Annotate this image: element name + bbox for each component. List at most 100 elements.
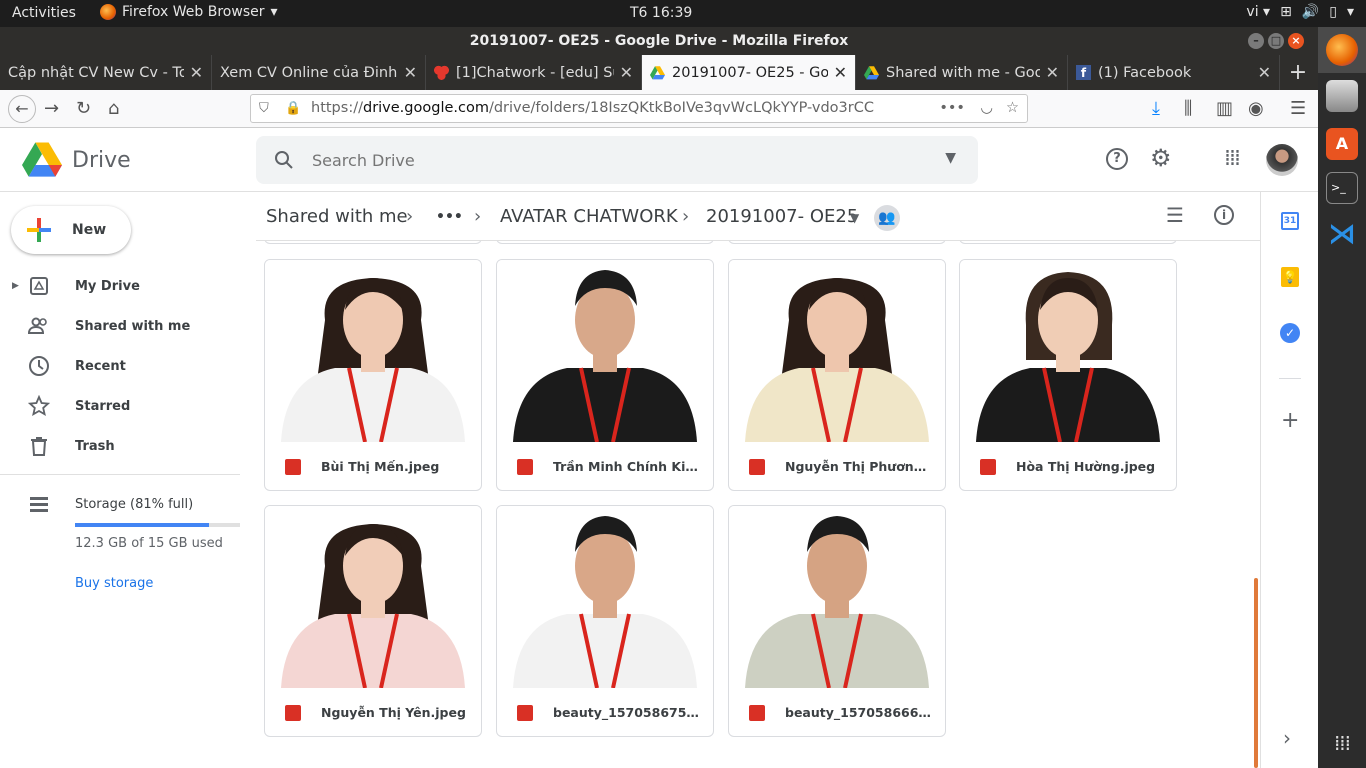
download-icon[interactable]: ⤓ [1152, 98, 1160, 119]
info-icon[interactable]: i [1214, 205, 1234, 225]
volume-icon[interactable]: 🔊 [1302, 4, 1319, 20]
help-icon[interactable]: ? [1106, 148, 1128, 170]
new-tab-button[interactable]: + [1280, 55, 1316, 90]
image-thumbnail[interactable] [265, 260, 481, 442]
file-card-partial[interactable] [264, 241, 482, 244]
search-options-icon[interactable]: ▼ [945, 150, 956, 166]
file-name-bar[interactable]: Bùi Thị Mến.jpeg [265, 442, 481, 490]
forward-button[interactable]: → [44, 98, 59, 119]
image-thumbnail[interactable] [497, 506, 713, 688]
buy-storage-link[interactable]: Buy storage [75, 576, 153, 591]
home-button[interactable]: ⌂ [108, 98, 119, 119]
browser-tab[interactable]: Xem CV Online của Đinh D ✕ [212, 55, 426, 90]
breadcrumb-more[interactable]: ••• [436, 209, 463, 225]
back-button[interactable]: ← [8, 95, 36, 123]
breadcrumb-avatar-chatwork[interactable]: AVATAR CHATWORK [500, 206, 678, 227]
pocket-icon[interactable]: ◡ [980, 95, 993, 122]
close-tab-icon[interactable]: ✕ [1046, 63, 1059, 82]
browser-tab[interactable]: [1]Chatwork - [edu] Su ✕ [426, 55, 642, 90]
drive-logo[interactable]: Drive [22, 142, 131, 178]
file-name-bar[interactable]: Hòa Thị Hường.jpeg [960, 442, 1176, 490]
list-view-icon[interactable]: ☰ [1166, 203, 1184, 227]
add-addon-icon[interactable]: + [1281, 408, 1299, 433]
file-card[interactable]: Nguyễn Thị Yên.jpeg [264, 505, 482, 737]
app-menu[interactable]: Firefox Web Browser ▾ [100, 4, 278, 20]
show-applications-icon[interactable]: ⁞⁞⁞ [1326, 727, 1358, 759]
file-name-bar[interactable]: Trần Minh Chính Kiên.j... [497, 442, 713, 490]
apps-grid-icon[interactable]: ⁞⁞⁞ [1224, 146, 1241, 171]
breadcrumb-shared-with-me[interactable]: Shared with me [266, 206, 408, 227]
search-box[interactable]: ▼ [256, 136, 978, 184]
battery-icon[interactable]: ▯ [1329, 4, 1337, 20]
scrollbar[interactable] [1254, 578, 1258, 768]
file-name-bar[interactable]: Nguyễn Thị Phương.jpeg [729, 442, 945, 490]
close-button[interactable]: × [1288, 33, 1304, 49]
software-store-icon[interactable]: A [1326, 128, 1358, 160]
tasks-icon[interactable]: ✓ [1280, 323, 1300, 343]
expand-arrow-icon[interactable]: ▶ [12, 281, 19, 291]
breadcrumb-current-folder[interactable]: 20191007- OE25 [706, 206, 858, 227]
sidebar-icon[interactable]: ▥ [1216, 98, 1233, 119]
chevron-right-icon[interactable]: › [1283, 726, 1291, 750]
search-icon[interactable] [274, 150, 294, 170]
file-name-bar[interactable]: beauty_157058675711... [497, 688, 713, 736]
network-icon[interactable]: ⊞ [1280, 4, 1292, 20]
browser-tab-active[interactable]: 20191007- OE25 - Goo ✕ [642, 55, 856, 90]
image-thumbnail[interactable] [960, 260, 1176, 442]
keep-icon[interactable]: 💡 [1281, 267, 1299, 287]
vscode-icon[interactable]: ⋊ [1326, 218, 1358, 250]
close-tab-icon[interactable]: ✕ [404, 63, 417, 82]
browser-tab[interactable]: Cập nhật CV New Cv - Top ✕ [0, 55, 212, 90]
reload-button[interactable]: ↻ [76, 98, 91, 119]
folder-dropdown-icon[interactable]: ▼ [850, 211, 859, 225]
page-actions-icon[interactable]: ••• [939, 95, 965, 122]
clock[interactable]: T6 16:39 [630, 5, 692, 21]
sidebar-item-my-drive[interactable]: ▶ My Drive [0, 266, 240, 306]
image-thumbnail[interactable] [729, 260, 945, 442]
calendar-icon[interactable]: 31 [1281, 212, 1299, 230]
url-bar[interactable]: ⛉ 🔒 https://drive.google.com/drive/folde… [250, 94, 1028, 123]
browser-tab[interactable]: f (1) Facebook ✕ [1068, 55, 1280, 90]
file-card[interactable]: beauty_157058666751... [728, 505, 946, 737]
lock-icon[interactable]: 🔒 [285, 95, 301, 122]
search-input[interactable] [312, 136, 912, 184]
shield-icon[interactable]: ⛉ [259, 95, 269, 122]
image-thumbnail[interactable] [265, 506, 481, 688]
image-thumbnail[interactable] [497, 260, 713, 442]
file-card-partial[interactable] [496, 241, 714, 244]
image-thumbnail[interactable] [729, 506, 945, 688]
activities-button[interactable]: Activities [12, 5, 76, 21]
account-icon[interactable]: ◉ [1248, 98, 1264, 119]
file-name-bar[interactable]: Nguyễn Thị Yên.jpeg [265, 688, 481, 736]
avatar[interactable] [1266, 144, 1298, 176]
close-tab-icon[interactable]: ✕ [1258, 63, 1271, 82]
sidebar-item-starred[interactable]: Starred [0, 386, 240, 426]
browser-tab[interactable]: Shared with me - Googl✕ [856, 55, 1068, 90]
file-card-partial[interactable] [959, 241, 1177, 244]
maximize-button[interactable]: □ [1268, 33, 1284, 49]
new-button[interactable]: New [11, 206, 131, 254]
file-card[interactable]: Hòa Thị Hường.jpeg [959, 259, 1177, 491]
chevron-down-icon[interactable]: ▾ [1347, 4, 1354, 20]
settings-gear-icon[interactable]: ⚙ [1150, 144, 1172, 172]
sidebar-item-recent[interactable]: Recent [0, 346, 240, 386]
menu-icon[interactable]: ☰ [1290, 98, 1306, 119]
sidebar-item-shared-with-me[interactable]: Shared with me [0, 306, 240, 346]
minimize-button[interactable]: – [1248, 33, 1264, 49]
sidebar-item-trash[interactable]: Trash [0, 426, 240, 466]
close-tab-icon[interactable]: ✕ [620, 63, 633, 82]
close-tab-icon[interactable]: ✕ [190, 63, 203, 82]
file-card[interactable]: Trần Minh Chính Kiên.j... [496, 259, 714, 491]
star-bookmark-icon[interactable]: ☆ [1006, 95, 1019, 122]
file-card[interactable]: beauty_157058675711... [496, 505, 714, 737]
file-card[interactable]: Bùi Thị Mến.jpeg [264, 259, 482, 491]
close-tab-icon[interactable]: ✕ [834, 63, 847, 82]
language-indicator[interactable]: vi ▾ [1246, 4, 1270, 20]
firefox-icon[interactable] [1326, 34, 1358, 66]
file-card[interactable]: Nguyễn Thị Phương.jpeg [728, 259, 946, 491]
file-name-bar[interactable]: beauty_157058666751... [729, 688, 945, 736]
file-card-partial[interactable] [728, 241, 946, 244]
terminal-icon[interactable]: >_ [1326, 172, 1358, 204]
sidebar-item-storage[interactable]: Storage (81% full) [0, 484, 240, 524]
library-icon[interactable]: ⫼ [1184, 98, 1192, 119]
